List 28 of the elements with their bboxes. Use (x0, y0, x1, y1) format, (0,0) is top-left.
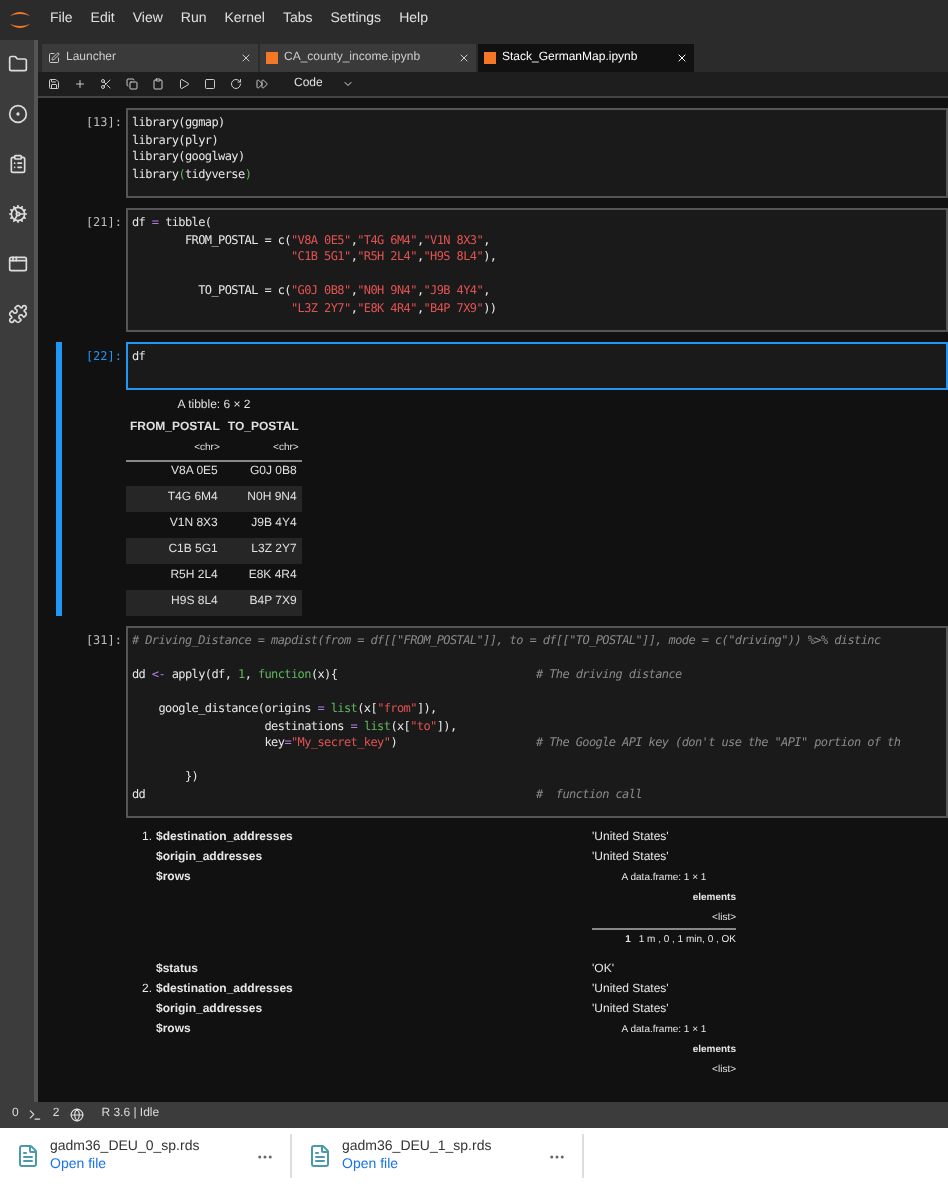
code-cell[interactable] (126, 626, 948, 818)
launcher-icon (48, 52, 60, 64)
run-icon[interactable] (178, 78, 190, 90)
cut-icon[interactable] (100, 78, 112, 90)
cell-active-bar (56, 342, 62, 390)
copy-icon[interactable] (126, 78, 138, 90)
notebook-icon (484, 52, 496, 64)
plus-icon[interactable] (74, 78, 86, 90)
clipboard-icon[interactable] (7, 154, 27, 174)
fast-forward-icon[interactable] (256, 78, 268, 90)
notebook-icon (266, 52, 278, 64)
folder-icon[interactable] (7, 54, 27, 74)
paste-icon[interactable] (152, 78, 164, 90)
restart-icon[interactable] (230, 78, 242, 90)
close-icon[interactable] (240, 52, 252, 64)
circle-icon[interactable] (7, 104, 27, 124)
stop-icon[interactable] (204, 78, 216, 90)
puzzle-icon[interactable] (7, 304, 27, 324)
save-icon[interactable] (48, 78, 60, 90)
chevron-down-icon (342, 78, 355, 90)
file-icon (16, 1144, 40, 1168)
close-icon[interactable] (458, 52, 470, 64)
logo-icon (8, 8, 32, 32)
terminal-icon[interactable] (28, 1108, 43, 1122)
file-icon (308, 1144, 332, 1168)
globe-icon[interactable] (69, 1108, 84, 1122)
gear-icon[interactable] (7, 204, 27, 224)
window-icon[interactable] (7, 254, 27, 274)
